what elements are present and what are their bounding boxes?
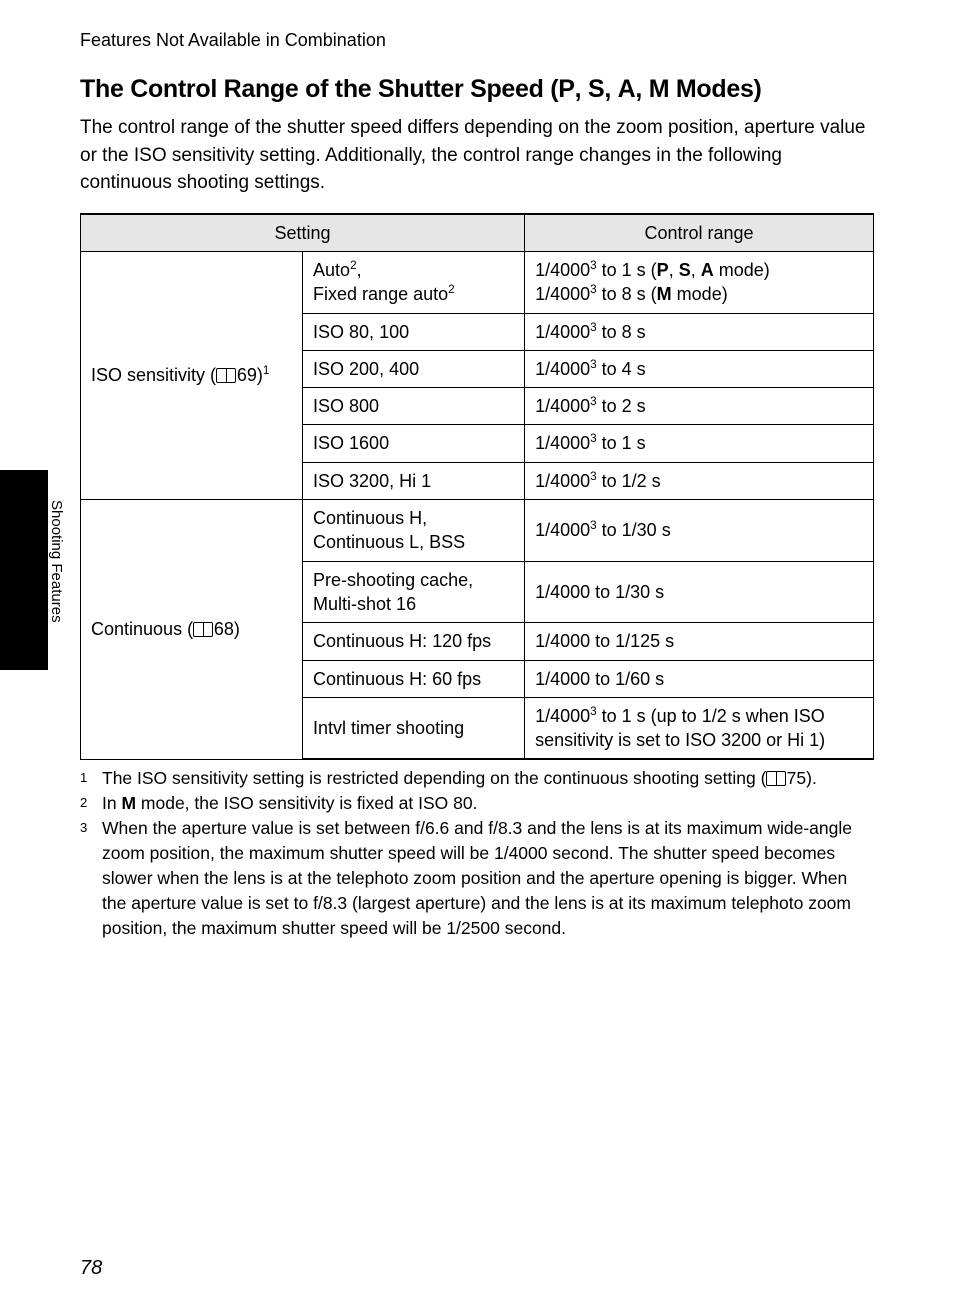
title-pre: The Control Range of the Shutter Speed ( bbox=[80, 75, 558, 103]
mode-s: S bbox=[588, 75, 604, 103]
page-ref-icon bbox=[216, 368, 236, 383]
footnote-number: 3 bbox=[80, 816, 96, 940]
intro-paragraph: The control range of the shutter speed d… bbox=[80, 114, 874, 197]
setting-option: ISO 80, 100 bbox=[303, 313, 525, 350]
section-tab bbox=[0, 470, 48, 670]
control-range: 1/40003 to 1 s (up to 1/2 s when ISO sen… bbox=[525, 697, 874, 759]
page-number: 78 bbox=[80, 1257, 102, 1280]
footnote-text: The ISO sensitivity setting is restricte… bbox=[102, 766, 874, 791]
setting-group-label: ISO sensitivity (69)1 bbox=[81, 251, 303, 499]
footnote-number: 2 bbox=[80, 791, 96, 816]
setting-option: Pre-shooting cache,Multi-shot 16 bbox=[303, 561, 525, 623]
footnote: 3When the aperture value is set between … bbox=[80, 816, 874, 940]
control-range: 1/4000 to 1/125 s bbox=[525, 623, 874, 660]
control-range: 1/40003 to 8 s bbox=[525, 313, 874, 350]
footnote: 2In M mode, the ISO sensitivity is fixed… bbox=[80, 791, 874, 816]
setting-option: Continuous H: 120 fps bbox=[303, 623, 525, 660]
running-head: Features Not Available in Combination bbox=[80, 30, 874, 51]
mode-a: A bbox=[618, 75, 636, 103]
footnote-text: In M mode, the ISO sensitivity is fixed … bbox=[102, 791, 874, 816]
footnote: 1The ISO sensitivity setting is restrict… bbox=[80, 766, 874, 791]
footnotes: 1The ISO sensitivity setting is restrict… bbox=[80, 766, 874, 940]
control-range: 1/4000 to 1/30 s bbox=[525, 561, 874, 623]
control-range: 1/40003 to 2 s bbox=[525, 388, 874, 425]
title-post: Modes) bbox=[669, 75, 761, 103]
table-row: Continuous (68)Continuous H,Continuous L… bbox=[81, 500, 874, 562]
setting-option: Intvl timer shooting bbox=[303, 697, 525, 759]
page-title: The Control Range of the Shutter Speed (… bbox=[80, 75, 874, 104]
control-range: 1/40003 to 1 s bbox=[525, 425, 874, 462]
footnote-number: 1 bbox=[80, 766, 96, 791]
setting-option: Continuous H: 60 fps bbox=[303, 660, 525, 697]
control-range: 1/40003 to 4 s bbox=[525, 350, 874, 387]
control-range: 1/4000 to 1/60 s bbox=[525, 660, 874, 697]
page-ref-icon bbox=[193, 622, 213, 637]
th-range: Control range bbox=[525, 214, 874, 252]
footnote-text: When the aperture value is set between f… bbox=[102, 816, 874, 940]
shutter-speed-table: Setting Control range ISO sensitivity (6… bbox=[80, 213, 874, 761]
setting-option: Continuous H,Continuous L, BSS bbox=[303, 500, 525, 562]
table-row: ISO sensitivity (69)1Auto2,Fixed range a… bbox=[81, 251, 874, 313]
section-label: Shooting Features bbox=[48, 500, 65, 623]
mode-m: M bbox=[649, 75, 670, 103]
control-range: 1/40003 to 1/2 s bbox=[525, 462, 874, 499]
th-setting: Setting bbox=[81, 214, 525, 252]
mode-p: P bbox=[558, 75, 574, 103]
setting-option: ISO 800 bbox=[303, 388, 525, 425]
setting-option: ISO 1600 bbox=[303, 425, 525, 462]
setting-option: ISO 200, 400 bbox=[303, 350, 525, 387]
setting-option: ISO 3200, Hi 1 bbox=[303, 462, 525, 499]
setting-group-label: Continuous (68) bbox=[81, 500, 303, 760]
setting-option: Auto2,Fixed range auto2 bbox=[303, 251, 525, 313]
control-range: 1/40003 to 1 s (P, S, A mode)1/40003 to … bbox=[525, 251, 874, 313]
control-range: 1/40003 to 1/30 s bbox=[525, 500, 874, 562]
